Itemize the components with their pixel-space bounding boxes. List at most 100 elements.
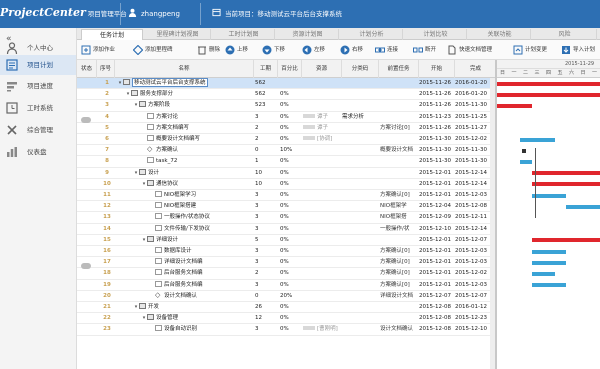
cell-predecessor[interactable]: 方案确认[0]: [380, 246, 418, 257]
cell-predecessor[interactable]: [380, 89, 418, 100]
cell-start[interactable]: 2015-12-01: [419, 257, 457, 268]
cell-predecessor[interactable]: [380, 78, 418, 89]
cell-start[interactable]: 2015-11-26: [419, 100, 457, 111]
cell-duration[interactable]: 2: [255, 134, 277, 145]
cell-name[interactable]: ▾ 通信协议: [117, 179, 253, 190]
tab-milestone-view[interactable]: 里程碑计划视图: [145, 29, 211, 40]
cell-start[interactable]: 2015-11-30: [419, 134, 457, 145]
header-end[interactable]: 完成: [455, 60, 497, 78]
cell-percent[interactable]: 0%: [280, 324, 302, 335]
cell-name[interactable]: NIO框架搭建: [117, 201, 253, 212]
cell-name[interactable]: ▾ 移动测试云平台后台支撑系统: [117, 78, 253, 89]
table-row[interactable]: 15 ▾ 详细设计 5 0% 2015-12-01 2015-12-07: [77, 235, 497, 246]
cell-duration[interactable]: 562: [255, 78, 277, 89]
cell-predecessor[interactable]: 方案讨论[0]: [380, 123, 418, 134]
cell-duration[interactable]: 10: [255, 168, 277, 179]
tab-resource-plan[interactable]: 资源计划图: [277, 29, 339, 40]
cell-end[interactable]: 2015-12-07: [455, 235, 495, 246]
cell-category[interactable]: [342, 100, 376, 111]
cell-category[interactable]: [342, 224, 376, 235]
table-row[interactable]: 19 后台服务文档编 3 0% 方案确认[0] 2015-12-01 2015-12-03: [77, 280, 497, 291]
cell-category[interactable]: [342, 190, 376, 201]
move-left-button[interactable]: 左移: [302, 44, 332, 56]
cell-category[interactable]: [342, 324, 376, 335]
cell-start[interactable]: 2015-12-01: [419, 246, 457, 257]
cell-name[interactable]: 设备自动识别: [117, 324, 253, 335]
cell-predecessor[interactable]: 详细设计文档: [380, 291, 418, 302]
cell-percent[interactable]: 0%: [280, 268, 302, 279]
gantt-summary-bar[interactable]: [531, 171, 600, 176]
cell-name[interactable]: ▾ 详细设计: [117, 235, 253, 246]
move-right-button[interactable]: 右移: [340, 44, 370, 56]
gantt-task-bar[interactable]: [566, 204, 600, 209]
cell-duration[interactable]: 26: [255, 302, 277, 313]
cell-percent[interactable]: 0%: [280, 112, 302, 123]
add-task-button[interactable]: 添加作业: [81, 44, 129, 56]
cell-percent[interactable]: 0%: [280, 280, 302, 291]
cell-percent[interactable]: 0%: [280, 123, 302, 134]
cell-end[interactable]: 2015-11-30: [455, 156, 495, 167]
cell-start[interactable]: 2015-11-26: [419, 78, 457, 89]
table-row[interactable]: 9 ▾ 设计 10 0% 2015-12-01 2015-12-14: [77, 168, 497, 179]
cell-start[interactable]: 2015-12-08: [419, 302, 457, 313]
table-row[interactable]: 13 一般操作/状态协议 3 0% NIO框架搭 2015-12-09 2015-12-11: [77, 212, 497, 224]
table-row[interactable]: 10 ▾ 通信协议 10 0% 2015-12-01 2015-12-14: [77, 179, 497, 190]
cell-category[interactable]: [342, 257, 376, 268]
tab-hours-plan[interactable]: 工时计划图: [213, 29, 275, 40]
tab-plan-compare[interactable]: 计划比较: [405, 29, 467, 40]
cell-name[interactable]: 概要设计文档编写: [117, 134, 253, 145]
cell-end[interactable]: 2015-12-02: [455, 134, 495, 145]
cell-end[interactable]: 2015-12-14: [455, 179, 495, 190]
tab-risk[interactable]: 风险: [533, 29, 597, 40]
cell-name[interactable]: 后台服务文档编: [117, 280, 253, 291]
cell-name[interactable]: 文件传输/下发协议: [117, 224, 253, 235]
sidebar-item-timesheet[interactable]: 工时系统: [0, 98, 76, 118]
cell-category[interactable]: [342, 280, 376, 291]
cell-duration[interactable]: 3: [255, 257, 277, 268]
gantt-summary-bar[interactable]: [497, 92, 600, 97]
cell-end[interactable]: 2015-11-27: [455, 123, 495, 134]
cell-duration[interactable]: 3: [255, 201, 277, 212]
cell-name[interactable]: 后台服务文档编: [117, 268, 253, 279]
cell-name[interactable]: ▾ 设计: [117, 168, 253, 179]
cell-category[interactable]: 需求分析: [342, 112, 376, 123]
cell-start[interactable]: 2015-12-07: [419, 291, 457, 302]
cell-category[interactable]: [342, 313, 376, 324]
cell-percent[interactable]: 0%: [280, 302, 302, 313]
cell-name[interactable]: 一般操作/状态协议: [117, 212, 253, 223]
table-row[interactable]: 11 NIO框架学习 3 0% 方案确认[0] 2015-12-01 2015-12-03: [77, 190, 497, 202]
cell-start[interactable]: 2015-12-04: [419, 201, 457, 212]
gantt-milestone[interactable]: [522, 148, 526, 153]
cell-start[interactable]: 2015-12-01: [419, 179, 457, 190]
cell-category[interactable]: [342, 78, 376, 89]
cell-predecessor[interactable]: [380, 134, 418, 145]
cell-end[interactable]: 2015-11-25: [455, 112, 495, 123]
cell-category[interactable]: [342, 302, 376, 313]
cell-end[interactable]: 2015-12-14: [455, 168, 495, 179]
cell-percent[interactable]: 0%: [280, 190, 302, 201]
cell-category[interactable]: [342, 123, 376, 134]
table-row[interactable]: 3 ▾ 方案阶段 523 0% 2015-11-26 2015-11-30: [77, 100, 497, 112]
cell-percent[interactable]: 0%: [280, 313, 302, 324]
cell-end[interactable]: 2015-12-07: [455, 291, 495, 302]
cell-percent[interactable]: 0%: [280, 100, 302, 111]
cell-end[interactable]: 2016-01-12: [455, 302, 495, 313]
cell-name[interactable]: ▾ 方案阶段: [117, 100, 253, 111]
move-down-button[interactable]: 下移: [262, 44, 292, 56]
cell-percent[interactable]: 0%: [280, 168, 302, 179]
cell-duration[interactable]: 0: [255, 291, 277, 302]
cell-percent[interactable]: 0%: [280, 179, 302, 190]
cell-duration[interactable]: 3: [255, 212, 277, 223]
cell-duration[interactable]: 12: [255, 313, 277, 324]
cell-name[interactable]: NIO框架学习: [117, 190, 253, 201]
tab-task-plan[interactable]: 任务计划: [81, 29, 143, 40]
sidebar-item-general-management[interactable]: 综合管理: [0, 120, 76, 140]
header-predecessor[interactable]: 前置任务: [379, 60, 419, 78]
cell-end[interactable]: 2015-11-30: [455, 100, 495, 111]
cell-duration[interactable]: 3: [255, 190, 277, 201]
cell-category[interactable]: [342, 212, 376, 223]
import-plan-button[interactable]: 导入计划: [561, 44, 600, 56]
cell-end[interactable]: 2015-12-10: [455, 324, 495, 335]
cell-category[interactable]: [342, 235, 376, 246]
cell-category[interactable]: [342, 156, 376, 167]
